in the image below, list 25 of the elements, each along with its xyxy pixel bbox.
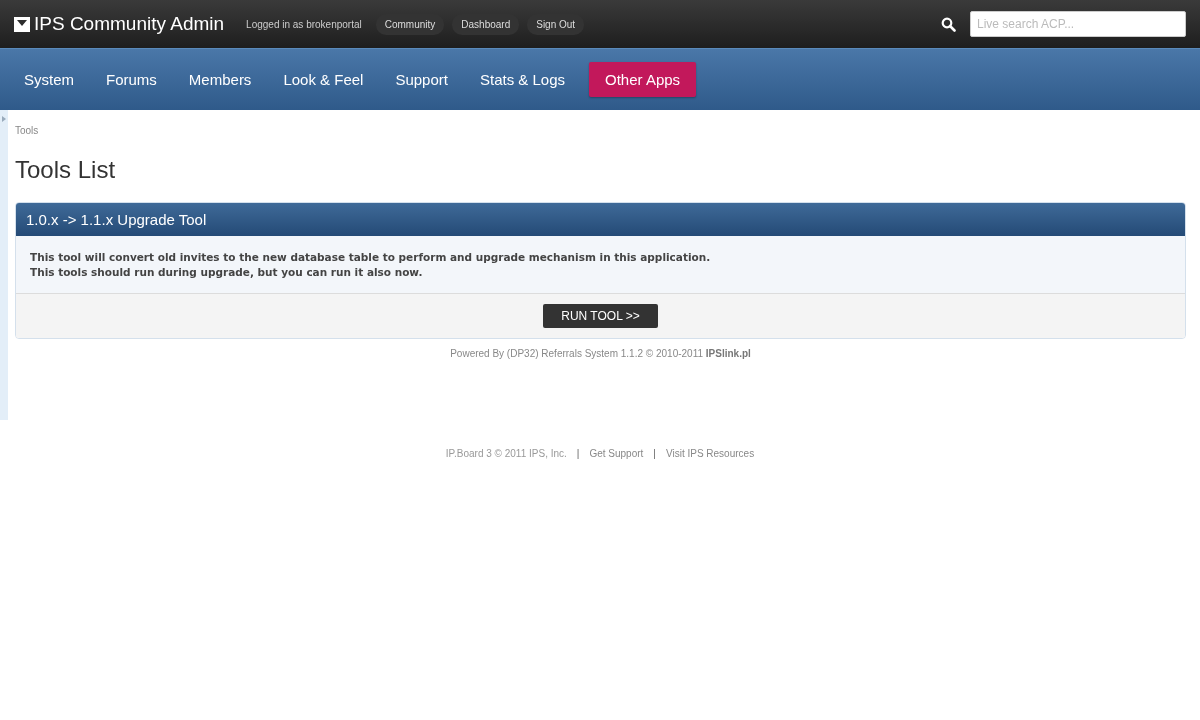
nav-tab[interactable]: Other Apps	[589, 62, 697, 97]
powered-by-text: Powered By (DP32) Referrals System 1.1.2 © 2010-2011 IPSlink.pl	[449, 348, 752, 359]
nav-tab[interactable]: System	[8, 62, 90, 97]
logged-in-text: Logged in as brokenportal	[246, 18, 362, 30]
expand-icon[interactable]	[2, 116, 6, 122]
footer-link[interactable]: Get Support	[589, 448, 644, 459]
app-title: IPS Community Admin	[34, 13, 225, 35]
panel-title: 1.0.x -> 1.1.x Upgrade Tool	[16, 203, 1185, 236]
nav-tab[interactable]: Stats & Logs	[463, 62, 582, 97]
description-text: This tool will convert old invites to the new database table to perform and upgrade mechanism in this application.	[30, 250, 712, 265]
run-tool-button[interactable]: RUN TOOL >>	[543, 304, 658, 328]
logo-icon	[14, 16, 30, 32]
footer-separator: |	[575, 448, 581, 459]
description-text: This tools should run during upgrade, but you can run it also now.	[30, 265, 424, 280]
nav-tab[interactable]: Forums	[90, 62, 173, 97]
nav-tab[interactable]: Support	[379, 62, 464, 97]
footer-separator: |	[652, 448, 657, 459]
nav-tab[interactable]: Members	[172, 62, 268, 97]
search-field[interactable]: Live search ACP...	[970, 11, 1186, 37]
breadcrumb[interactable]: Tools	[15, 125, 1186, 136]
page-title: Tools List	[15, 156, 117, 184]
nav-tab[interactable]: Look & Feel	[267, 62, 380, 97]
search-icon	[941, 16, 956, 32]
copyright-text: IP.Board 3 © 2011 IPS, Inc.	[445, 448, 567, 459]
footer-link[interactable]: Visit IPS Resources	[665, 448, 755, 459]
